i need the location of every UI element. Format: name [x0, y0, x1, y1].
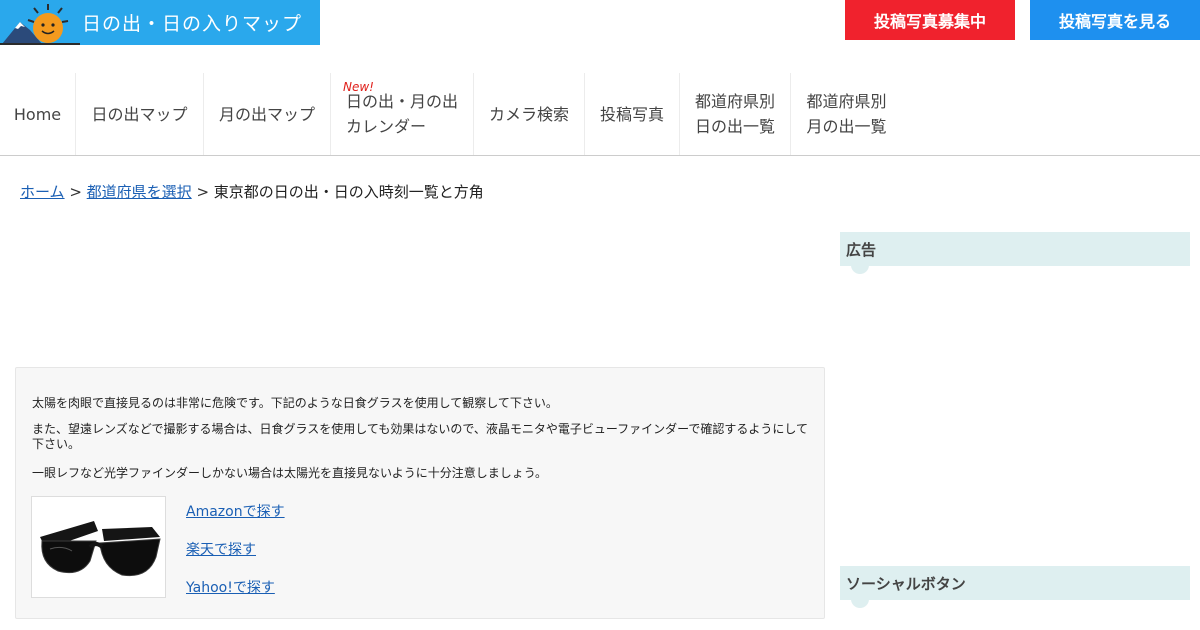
- eclipse-glasses-notice: 太陽を肉眼で直接見るのは非常に危険です。下記のような日食グラスを使用して観察して…: [15, 367, 825, 619]
- new-badge: New!: [343, 80, 374, 94]
- breadcrumb-select-pref-link[interactable]: 都道府県を選択: [87, 183, 192, 201]
- nav-posted-photos-label: 投稿写真: [599, 104, 664, 124]
- notice-text-1: 太陽を肉眼で直接見るのは非常に危険です。下記のような日食グラスを使用して観察して…: [32, 396, 558, 410]
- nav-item-calendar[interactable]: New! 日の出・月の出 カレンダー: [331, 73, 474, 155]
- nav-sunrise-map-label: 日の出マップ: [91, 104, 188, 124]
- nav-camera-search-label: カメラ検索: [488, 104, 569, 124]
- breadcrumb-separator: >: [64, 183, 87, 201]
- nav-item-pref-moonrise[interactable]: 都道府県別 月の出一覧: [791, 73, 902, 155]
- heading-dot-decoration: [851, 256, 869, 274]
- photo-recruit-button[interactable]: 投稿写真募集中: [845, 0, 1015, 40]
- breadcrumb-separator: >: [191, 183, 214, 201]
- social-section-heading: ソーシャルボタン: [840, 566, 1190, 608]
- nav-item-camera-search[interactable]: カメラ検索: [474, 73, 585, 155]
- nav-pref-sunrise-line1: 都道府県別: [694, 92, 775, 111]
- yahoo-search-link[interactable]: Yahoo!で探す: [186, 577, 275, 597]
- view-photos-button[interactable]: 投稿写真を見る: [1030, 0, 1200, 40]
- nav-pref-sunrise-line2: 日の出一覧: [694, 117, 775, 136]
- eclipse-glasses-image[interactable]: [31, 496, 166, 598]
- nav-item-sunrise-map[interactable]: 日の出マップ: [76, 73, 204, 155]
- nav-home-label: Home: [13, 104, 62, 124]
- notice-text-3: 一眼レフなど光学ファインダーしかない場合は太陽光を直接見ないように十分注意しまし…: [32, 466, 548, 480]
- nav-item-posted-photos[interactable]: 投稿写真: [585, 73, 680, 155]
- nav-pref-moonrise-line1: 都道府県別: [806, 92, 887, 111]
- amazon-search-link[interactable]: Amazonで探す: [186, 501, 285, 521]
- logo-text: 日の出・日の入りマップ: [82, 13, 303, 35]
- nav-item-moonrise-map[interactable]: 月の出マップ: [204, 73, 331, 155]
- nav-item-pref-sunrise[interactable]: 都道府県別 日の出一覧: [680, 73, 791, 155]
- sun-mountain-icon: [0, 4, 80, 45]
- nav-moonrise-map-label: 月の出マップ: [218, 104, 315, 124]
- site-logo[interactable]: 日の出・日の入りマップ: [0, 0, 320, 45]
- global-nav: Home 日の出マップ 月の出マップ New! 日の出・月の出 カレンダー カメ…: [0, 73, 1200, 156]
- heading-dot-decoration: [851, 590, 869, 608]
- eclipse-glasses-icon: [40, 521, 161, 577]
- nav-item-home[interactable]: Home: [0, 73, 76, 155]
- nav-pref-moonrise-line2: 月の出一覧: [806, 117, 887, 136]
- ad-section-heading: 広告: [840, 232, 1190, 274]
- breadcrumb: ホーム > 都道府県を選択 > 東京都の日の出・日の入時刻一覧と方角: [20, 181, 484, 202]
- breadcrumb-current: 東京都の日の出・日の入時刻一覧と方角: [213, 183, 484, 201]
- breadcrumb-home-link[interactable]: ホーム: [20, 183, 65, 201]
- notice-text-2: また、望遠レンズなどで撮影する場合は、日食グラスを使用しても効果はないので、液晶…: [32, 422, 809, 451]
- top-bar: 日の出・日の入りマップ 投稿写真募集中 投稿写真を見る: [0, 0, 1200, 45]
- rakuten-search-link[interactable]: 楽天で探す: [186, 539, 256, 559]
- nav-calendar-line2: カレンダー: [345, 117, 426, 136]
